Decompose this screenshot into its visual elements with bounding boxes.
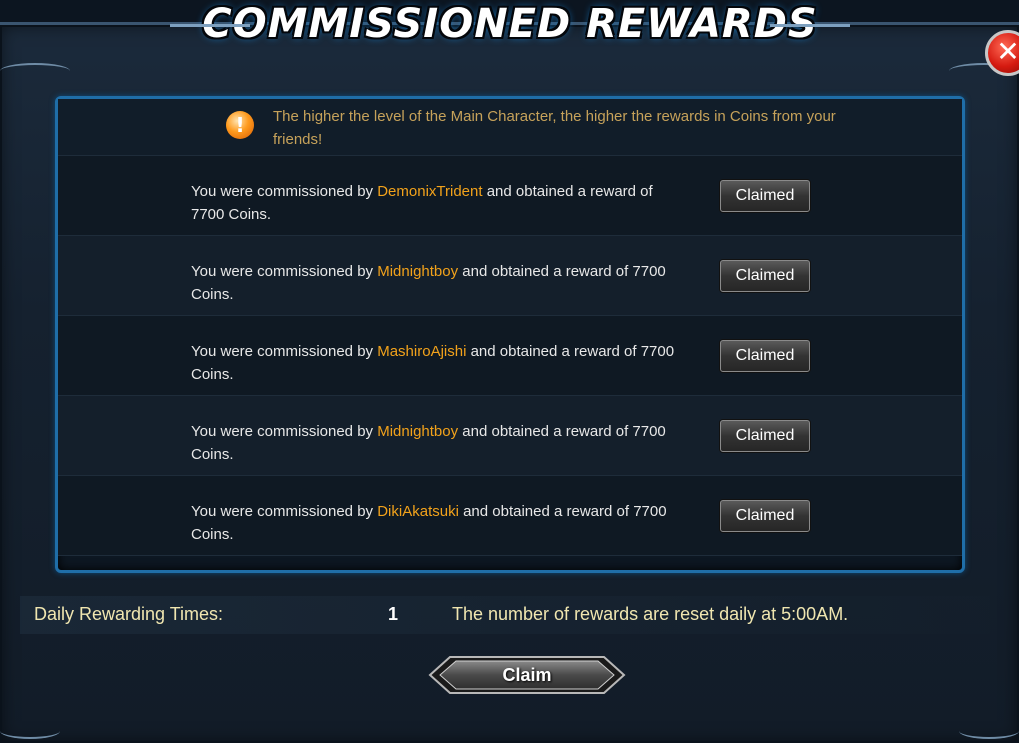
daily-label: Daily Rewarding Times: (34, 604, 224, 624)
reward-row: You were commissioned by DemonixTrident … (58, 156, 962, 236)
daily-reset-note: The number of rewards are reset daily at… (452, 604, 849, 624)
reward-prefix: You were commissioned by (191, 423, 374, 440)
notice-bar: ! The higher the level of the Main Chara… (58, 99, 962, 156)
friend-name: Midnightboy (377, 423, 459, 440)
claimed-button[interactable]: Claimed (720, 500, 810, 532)
notice-text: The higher the level of the Main Charact… (273, 108, 836, 148)
reward-prefix: You were commissioned by (191, 183, 374, 200)
title-banner: COMMISSIONED REWARDS (170, 0, 850, 48)
friend-name: MashiroAjishi (377, 343, 467, 360)
friend-name: DikiAkatsuki (377, 503, 459, 520)
reward-text: You were commissioned by DikiAkatsuki an… (191, 500, 681, 546)
dialog-title: COMMISSIONED REWARDS (202, 1, 818, 47)
title-ornament (770, 24, 850, 27)
claim-button[interactable]: Claim (428, 655, 626, 695)
reward-row: You were commissioned by Midnightboy and… (58, 396, 962, 476)
reward-row: You were commissioned by Midnightboy and… (58, 236, 962, 316)
daily-count: 1 (388, 604, 399, 624)
friend-name: DemonixTrident (377, 183, 483, 200)
reward-text: You were commissioned by DemonixTrident … (191, 180, 681, 226)
frame-ornament (0, 723, 60, 739)
claimed-button[interactable]: Claimed (720, 180, 810, 212)
claimed-button[interactable]: Claimed (720, 260, 810, 292)
friend-name: Midnightboy (377, 263, 459, 280)
frame-ornament (959, 723, 1019, 739)
exclamation-icon: ! (226, 111, 254, 139)
reward-text: You were commissioned by Midnightboy and… (191, 260, 681, 306)
reward-prefix: You were commissioned by (191, 503, 374, 520)
rewards-panel: ! The higher the level of the Main Chara… (55, 96, 965, 573)
reward-prefix: You were commissioned by (191, 343, 374, 360)
reward-prefix: You were commissioned by (191, 263, 374, 280)
reward-text: You were commissioned by Midnightboy and… (191, 420, 681, 466)
claimed-button[interactable]: Claimed (720, 420, 810, 452)
claimed-button[interactable]: Claimed (720, 340, 810, 372)
reward-row: You were commissioned by DikiAkatsuki an… (58, 476, 962, 556)
claim-label: Claim (502, 665, 552, 685)
daily-rewarding-bar: Daily Rewarding Times: 1 The number of r… (20, 596, 990, 634)
close-icon: ✕ (996, 35, 1019, 68)
reward-text: You were commissioned by MashiroAjishi a… (191, 340, 681, 386)
frame-ornament (0, 63, 70, 79)
title-ornament (170, 24, 250, 27)
reward-row: You were commissioned by MashiroAjishi a… (58, 316, 962, 396)
